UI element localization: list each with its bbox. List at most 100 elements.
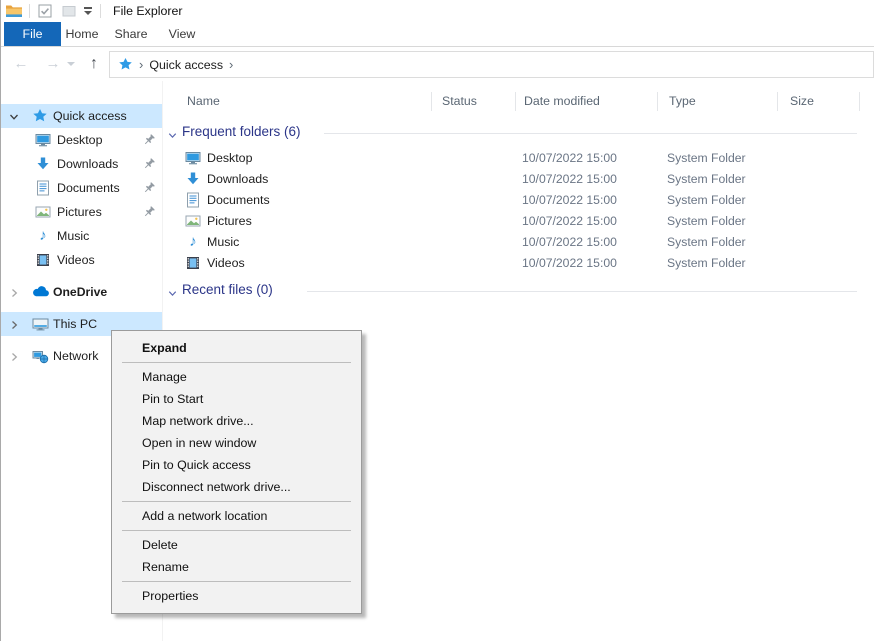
film-icon xyxy=(185,255,201,271)
ribbon-tab-bar: File Home Share View xyxy=(1,22,874,47)
titlebar: File Explorer xyxy=(1,0,874,22)
file-row-documents[interactable]: Documents 10/07/2022 15:00 System Folder xyxy=(163,190,874,211)
chevron-down-icon[interactable] xyxy=(167,286,178,297)
tab-file[interactable]: File xyxy=(4,22,61,46)
column-divider[interactable] xyxy=(515,92,516,111)
group-header-label: Frequent folders (6) xyxy=(182,124,301,139)
breadcrumb-chevron-icon[interactable]: › xyxy=(229,52,233,77)
sidebar-item-quick-access[interactable]: Quick access xyxy=(1,104,162,128)
column-header-name[interactable]: Name xyxy=(187,89,220,113)
desktop-monitor-icon xyxy=(185,150,201,166)
document-icon xyxy=(185,192,201,208)
column-header-type[interactable]: Type xyxy=(669,89,696,113)
sidebar-item-label: Documents xyxy=(57,176,120,200)
sidebar-item-label: Desktop xyxy=(57,128,102,152)
file-name: Documents xyxy=(207,190,270,211)
column-divider[interactable] xyxy=(859,92,860,111)
column-header-size[interactable]: Size xyxy=(790,89,814,113)
menu-item-delete[interactable]: Delete xyxy=(112,534,361,556)
pin-icon xyxy=(142,181,156,195)
file-name: Videos xyxy=(207,253,245,274)
chevron-right-icon[interactable] xyxy=(8,318,20,330)
file-row-videos[interactable]: Videos 10/07/2022 15:00 System Folder xyxy=(163,253,874,274)
sidebar-item-desktop[interactable]: Desktop xyxy=(1,128,162,152)
column-header-status[interactable]: Status xyxy=(442,89,477,113)
group-header-frequent-folders[interactable]: Frequent folders (6) xyxy=(163,124,874,142)
up-arrow-icon[interactable]: ↑ xyxy=(83,47,105,80)
menu-item-manage[interactable]: Manage xyxy=(112,366,361,388)
properties-checkbox-icon[interactable] xyxy=(36,2,54,20)
menu-item-add-a-network-location[interactable]: Add a network location xyxy=(112,505,361,527)
file-date-modified: 10/07/2022 15:00 xyxy=(522,169,617,190)
menu-item-pin-to-quick-access[interactable]: Pin to Quick access xyxy=(112,454,361,476)
column-divider[interactable] xyxy=(431,92,432,111)
recent-locations-dropdown-icon[interactable] xyxy=(64,47,78,80)
menu-item-map-network-drive[interactable]: Map network drive... xyxy=(112,410,361,432)
sidebar-item-label: Quick access xyxy=(53,104,127,128)
pin-icon xyxy=(142,133,156,147)
onedrive-cloud-icon xyxy=(32,284,48,300)
quick-access-star-icon xyxy=(118,57,133,72)
network-icon xyxy=(32,348,48,364)
forward-arrow-icon[interactable]: → xyxy=(41,47,65,80)
file-date-modified: 10/07/2022 15:00 xyxy=(522,253,617,274)
file-name: Pictures xyxy=(207,211,252,232)
breadcrumb-chevron-icon: › xyxy=(139,52,143,77)
file-row-downloads[interactable]: Downloads 10/07/2022 15:00 System Folder xyxy=(163,169,874,190)
file-type: System Folder xyxy=(667,190,746,211)
menu-item-pin-to-start[interactable]: Pin to Start xyxy=(112,388,361,410)
file-type: System Folder xyxy=(667,232,746,253)
file-name: Music xyxy=(207,232,239,253)
window-title: File Explorer xyxy=(113,4,183,18)
menu-item-open-in-new-window[interactable]: Open in new window xyxy=(112,432,361,454)
sidebar-item-documents[interactable]: Documents xyxy=(1,176,162,200)
sidebar-item-music[interactable]: ♪ Music xyxy=(1,224,162,248)
sidebar-item-onedrive[interactable]: OneDrive xyxy=(1,280,162,304)
tab-home[interactable]: Home xyxy=(59,22,105,46)
chevron-down-icon[interactable] xyxy=(8,110,20,122)
address-bar-row: ← → ↑ › Quick access › xyxy=(1,47,874,82)
picture-icon xyxy=(185,213,201,229)
file-name: Desktop xyxy=(207,148,252,169)
file-date-modified: 10/07/2022 15:00 xyxy=(522,190,617,211)
chevron-right-icon[interactable] xyxy=(8,286,20,298)
sidebar-item-label: Network xyxy=(53,344,98,368)
menu-item-expand[interactable]: Expand xyxy=(112,337,361,359)
breadcrumb-location[interactable]: Quick access xyxy=(149,58,223,72)
file-row-pictures[interactable]: Pictures 10/07/2022 15:00 System Folder xyxy=(163,211,874,232)
menu-separator xyxy=(122,581,351,582)
column-divider[interactable] xyxy=(777,92,778,111)
computer-icon xyxy=(32,316,48,332)
quick-access-star-icon xyxy=(32,108,48,124)
group-header-label: Recent files (0) xyxy=(182,282,273,297)
group-header-recent-files[interactable]: Recent files (0) xyxy=(163,282,874,300)
desktop-monitor-icon xyxy=(35,132,51,148)
menu-item-rename[interactable]: Rename xyxy=(112,556,361,578)
sidebar-item-downloads[interactable]: Downloads xyxy=(1,152,162,176)
qat-customize-dropdown-icon[interactable] xyxy=(82,7,94,15)
menu-item-disconnect-network-drive[interactable]: Disconnect network drive... xyxy=(112,476,361,498)
sidebar-item-videos[interactable]: Videos xyxy=(1,248,162,272)
sidebar-item-label: Videos xyxy=(57,248,95,272)
film-icon xyxy=(35,252,51,268)
pin-icon xyxy=(142,157,156,171)
menu-item-properties[interactable]: Properties xyxy=(112,585,361,607)
column-header-date-modified[interactable]: Date modified xyxy=(524,89,600,113)
chevron-right-icon[interactable] xyxy=(8,350,20,362)
file-row-desktop[interactable]: Desktop 10/07/2022 15:00 System Folder xyxy=(163,148,874,169)
file-row-music[interactable]: ♪ Music 10/07/2022 15:00 System Folder xyxy=(163,232,874,253)
tab-share[interactable]: Share xyxy=(108,22,154,46)
picture-icon xyxy=(35,204,51,220)
tab-view[interactable]: View xyxy=(159,22,205,46)
chevron-down-icon[interactable] xyxy=(167,128,178,139)
column-divider[interactable] xyxy=(657,92,658,111)
file-date-modified: 10/07/2022 15:00 xyxy=(522,211,617,232)
titlebar-separator xyxy=(29,4,30,18)
context-menu-this-pc: Expand Manage Pin to Start Map network d… xyxy=(111,330,362,614)
file-name: Downloads xyxy=(207,169,268,190)
sidebar-item-pictures[interactable]: Pictures xyxy=(1,200,162,224)
back-arrow-icon[interactable]: ← xyxy=(9,47,33,80)
address-bar[interactable]: › Quick access › xyxy=(109,51,874,78)
new-folder-icon[interactable] xyxy=(60,2,78,20)
sidebar-item-label: This PC xyxy=(53,312,97,336)
